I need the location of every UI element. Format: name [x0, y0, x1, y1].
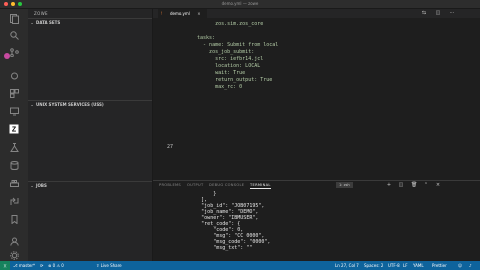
chevron-down-icon: ⌄ [30, 102, 34, 107]
database-icon[interactable] [8, 159, 20, 171]
language-status[interactable]: YAML [413, 261, 424, 270]
tab-label: demo.yml [170, 11, 190, 16]
formatter-status[interactable]: Prettier [432, 261, 447, 270]
code-line: zos_job_submit: [191, 49, 255, 55]
terminal-output[interactable]: } ], "job_id": "JOB07195", "job_name": "… [153, 191, 480, 261]
live-share-icon[interactable] [8, 195, 20, 207]
section-uss[interactable]: ⌄ UNIX SYSTEM SERVICES (USS) [28, 100, 152, 109]
chevron-down-icon: ⌄ [30, 20, 34, 25]
code-line-current: 27 [166, 144, 173, 150]
code-line: return_output: True [191, 77, 273, 83]
terminal-select[interactable]: 1: zsh [336, 182, 353, 188]
eol-status[interactable]: LF [403, 261, 408, 270]
close-tab-icon[interactable]: × [197, 11, 200, 16]
zowe-explorer-icon[interactable]: Z [8, 123, 20, 135]
bottom-panel: PROBLEMS OUTPUT DEBUG CONSOLE TERMINAL 1… [153, 180, 480, 262]
tab-terminal[interactable]: TERMINAL [250, 183, 271, 189]
status-bar: ⟩⟨ ⎇ master* ⟳ ⊗ 0 ⚠ 0 ⇪ Live Share Ln 2… [0, 261, 480, 270]
tab-debug-console[interactable]: DEBUG CONSOLE [209, 183, 244, 187]
tab-output[interactable]: OUTPUT [187, 183, 203, 187]
section-label: UNIX SYSTEM SERVICES (USS) [36, 102, 104, 107]
kill-terminal-icon[interactable]: 🗑 [411, 182, 417, 188]
encoding-status[interactable]: UTF-8 [388, 261, 400, 270]
live-share-status[interactable]: ⇪ Live Share [96, 261, 122, 270]
title-bar: demo.yml — zowe [0, 0, 480, 9]
code-line: max_rc: 0 [191, 84, 243, 90]
zowe-activity-icon[interactable] [4, 53, 10, 59]
explorer-icon[interactable] [8, 13, 20, 25]
zowe-sidebar: ZOWE ⌄ DATA SETS ⌄ UNIX SYSTEM SERVICES (U… [28, 9, 153, 261]
remote-indicator-icon[interactable]: ⟩⟨ [0, 261, 10, 270]
settings-gear-icon[interactable] [8, 249, 20, 261]
code-line: src: iefbr14.jcl [191, 56, 264, 62]
testing-icon[interactable] [8, 141, 20, 153]
activity-bar: Z [0, 9, 28, 261]
close-panel-icon[interactable]: × [435, 182, 441, 188]
code-line: tasks: [191, 35, 216, 41]
tab-demo-yml[interactable]: ! demo.yml × [158, 9, 207, 18]
sync-icon[interactable]: ⟳ [40, 261, 43, 270]
svg-text:Z: Z [12, 127, 17, 134]
section-jobs[interactable]: ⌄ JOBS [28, 181, 152, 190]
section-data-sets[interactable]: ⌄ DATA SETS [28, 18, 152, 27]
code-editor[interactable]: zos.sim.zos_core tasks: - name: Submit f… [153, 21, 480, 171]
sidebar-title: ZOWE [34, 11, 48, 16]
extensions-icon[interactable] [8, 87, 20, 99]
chevron-down-icon: ⌄ [30, 183, 34, 188]
more-actions-icon[interactable]: ⋯ [449, 10, 455, 16]
window-title: demo.yml — zowe [221, 1, 259, 6]
editor-tabs: ! demo.yml × ⇆ ◫ ⋯ [153, 9, 480, 18]
code-line: wait: True [191, 70, 246, 76]
bookmark-icon[interactable] [8, 213, 20, 225]
cursor-position[interactable]: Ln 27, Col 7 [335, 261, 359, 270]
debug-icon[interactable] [8, 69, 20, 81]
account-icon[interactable] [8, 235, 20, 247]
branch-status[interactable]: ⎇ master* [13, 261, 35, 270]
branch-name: master* [18, 263, 35, 268]
search-icon[interactable] [8, 29, 20, 41]
problems-status[interactable]: ⊗ 0 ⚠ 0 [48, 261, 64, 270]
indentation-status[interactable]: Spaces: 2 [364, 261, 383, 270]
open-changes-icon[interactable]: ⇆ [421, 10, 427, 16]
code-line: - name: Submit from local [191, 42, 279, 48]
tab-problems[interactable]: PROBLEMS [159, 183, 181, 187]
new-terminal-icon[interactable]: + [386, 182, 392, 188]
split-terminal-icon[interactable]: ◫ [398, 182, 404, 188]
section-label: JOBS [36, 183, 47, 188]
remote-explorer-icon[interactable] [8, 105, 20, 117]
yaml-file-icon: ! [161, 11, 163, 16]
terminal-line: "msg_txt": "" [153, 245, 253, 251]
section-label: DATA SETS [36, 20, 61, 25]
code-line: location: LOCAL [191, 63, 261, 69]
split-editor-icon[interactable]: ◫ [435, 10, 441, 16]
code-line: zos.sim.zos_core [191, 21, 264, 27]
docker-icon[interactable] [8, 177, 20, 189]
editor-area: ! demo.yml × ⇆ ◫ ⋯ zos.sim.zos_core task… [153, 9, 480, 179]
live-share-label: Live Share [100, 263, 122, 268]
notifications-bell-icon[interactable]: ♪ [469, 261, 472, 270]
maximize-panel-icon[interactable]: ⌃ [423, 182, 429, 188]
feedback-icon[interactable]: ☺ [458, 261, 462, 270]
